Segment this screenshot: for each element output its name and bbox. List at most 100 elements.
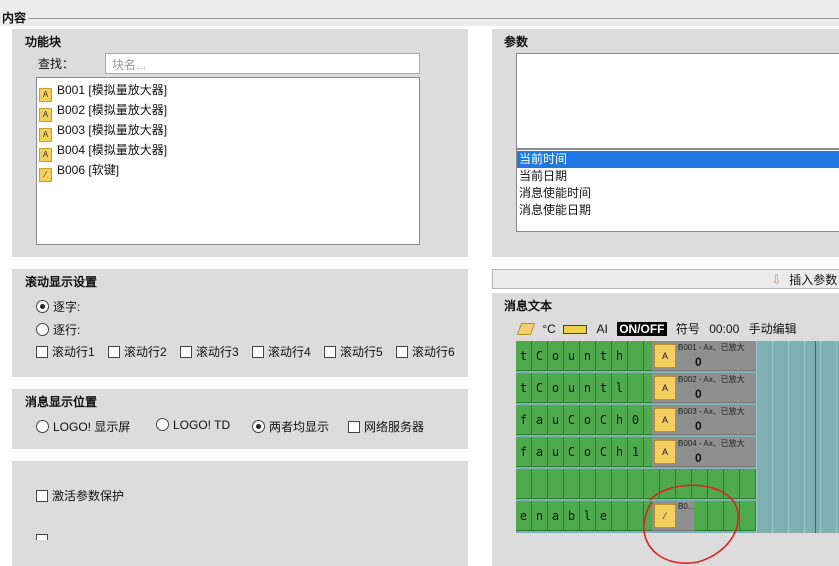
scroll-line-6-checkbox[interactable]: 滚动行6: [396, 343, 455, 360]
message-char-cell[interactable]: o: [580, 437, 596, 467]
message-char-cell[interactable]: l: [580, 501, 596, 531]
message-char-cell[interactable]: t: [596, 341, 612, 371]
analog-amplifier-icon: A: [654, 408, 676, 432]
message-char-cell[interactable]: u: [564, 341, 580, 371]
parameter-option[interactable]: 消息使能时间: [517, 185, 839, 202]
position-web-server-checkbox[interactable]: 网络服务器: [348, 418, 424, 435]
message-char-cell[interactable]: [612, 469, 628, 499]
message-char-cell[interactable]: C: [532, 341, 548, 371]
message-char-cell[interactable]: [564, 469, 580, 499]
celsius-button[interactable]: °C: [542, 322, 555, 336]
grid-column-line: [820, 341, 821, 533]
scroll-line-3-checkbox[interactable]: 滚动行3: [180, 343, 239, 360]
message-char-cell[interactable]: o: [548, 341, 564, 371]
time-button[interactable]: 00:00: [709, 322, 739, 336]
list-item[interactable]: ⁄ B006 [软键]: [39, 160, 417, 182]
message-char-cell[interactable]: n: [580, 341, 596, 371]
block-field-value: 0: [695, 451, 702, 465]
checkbox-icon[interactable]: [36, 534, 48, 540]
message-char-cell[interactable]: f: [516, 405, 532, 435]
message-char-cell[interactable]: 0: [628, 405, 644, 435]
message-char-cell[interactable]: h: [612, 437, 628, 467]
message-char-cell[interactable]: u: [564, 373, 580, 403]
message-char-cell[interactable]: f: [516, 437, 532, 467]
block-search-input[interactable]: 块名...: [105, 53, 420, 74]
function-block-field[interactable]: A B001 - Ax、已放大 0: [652, 341, 756, 371]
parameter-list[interactable]: 当前时间 当前日期 消息使能时间 消息使能日期: [516, 149, 839, 232]
activate-parameter-protection-checkbox[interactable]: 激活参数保护: [36, 487, 124, 504]
message-char-cell[interactable]: [548, 469, 564, 499]
header-title: 内容: [2, 11, 27, 25]
message-char-cell[interactable]: o: [548, 373, 564, 403]
scroll-by-line-radio[interactable]: 逐行:: [36, 321, 80, 338]
eraser-icon[interactable]: [516, 323, 536, 335]
scroll-line-2-checkbox[interactable]: 滚动行2: [108, 343, 167, 360]
scroll-line-4-checkbox[interactable]: 滚动行4: [252, 343, 311, 360]
message-char-cell[interactable]: a: [532, 437, 548, 467]
message-char-cell[interactable]: [628, 373, 644, 403]
message-char-cell[interactable]: [532, 469, 548, 499]
list-item[interactable]: A B004 [模拟量放大器]: [39, 140, 417, 162]
scroll-line-1-checkbox[interactable]: 滚动行1: [36, 343, 95, 360]
soft-key-icon: ⁄: [39, 168, 52, 182]
scroll-by-char-radio[interactable]: 逐字:: [36, 298, 80, 315]
message-char-cell[interactable]: b: [564, 501, 580, 531]
message-char-cell[interactable]: n: [580, 373, 596, 403]
message-char-cell[interactable]: [628, 341, 644, 371]
checkbox-icon: [324, 346, 336, 358]
message-char-cell[interactable]: u: [548, 405, 564, 435]
grid-column-line: [772, 341, 773, 533]
message-char-cell[interactable]: t: [516, 373, 532, 403]
message-char-cell[interactable]: C: [596, 437, 612, 467]
block-field-value: 0: [695, 387, 702, 401]
on-off-button[interactable]: ON/OFF: [617, 322, 667, 336]
message-char-cell[interactable]: C: [596, 405, 612, 435]
list-item[interactable]: A B002 [模拟量放大器]: [39, 100, 417, 122]
message-char-cell[interactable]: n: [532, 501, 548, 531]
position-logo-display-radio[interactable]: LOGO! 显示屏: [36, 418, 130, 435]
symbol-button[interactable]: 符号: [676, 322, 700, 336]
list-item[interactable]: A B001 [模拟量放大器]: [39, 80, 417, 102]
position-both-radio[interactable]: 两者均显示: [252, 418, 329, 435]
message-char-cell[interactable]: [596, 469, 612, 499]
message-char-cell[interactable]: 1: [628, 437, 644, 467]
bar-graph-icon[interactable]: [563, 325, 588, 334]
message-char-cell[interactable]: [612, 501, 628, 531]
message-char-cell[interactable]: C: [532, 373, 548, 403]
message-char-cell[interactable]: [516, 469, 532, 499]
insert-parameter-button[interactable]: ⇩ 插入参数: [771, 271, 839, 287]
message-char-cell[interactable]: l: [612, 373, 628, 403]
analog-amplifier-icon: A: [654, 376, 676, 400]
parameter-option[interactable]: 消息使能日期: [517, 202, 839, 219]
message-char-cell[interactable]: o: [580, 405, 596, 435]
message-char-cell[interactable]: t: [596, 373, 612, 403]
analog-input-button[interactable]: AI: [597, 322, 608, 336]
checkbox-icon: [36, 490, 48, 502]
parameter-option[interactable]: 当前日期: [517, 168, 839, 185]
message-char-cell[interactable]: e: [516, 501, 532, 531]
message-char-cell[interactable]: e: [596, 501, 612, 531]
message-char-cell[interactable]: t: [516, 341, 532, 371]
message-char-cell[interactable]: u: [548, 437, 564, 467]
parameter-option-selected[interactable]: 当前时间: [517, 151, 839, 168]
function-block-field[interactable]: A B004 - Ax、已放大 0: [652, 437, 756, 467]
message-char-cell[interactable]: h: [612, 405, 628, 435]
message-char-cell[interactable]: [740, 469, 756, 499]
manual-edit-button[interactable]: 手动编辑: [749, 322, 797, 336]
message-char-cell[interactable]: h: [612, 341, 628, 371]
message-char-cell[interactable]: [580, 469, 596, 499]
message-char-cell[interactable]: a: [532, 405, 548, 435]
function-block-field[interactable]: A B003 - Ax、已放大 0: [652, 405, 756, 435]
radio-off-icon: [36, 420, 49, 433]
list-item[interactable]: A B003 [模拟量放大器]: [39, 120, 417, 142]
message-char-cell[interactable]: a: [548, 501, 564, 531]
grid-column-line: [788, 341, 789, 533]
scroll-line-5-checkbox[interactable]: 滚动行5: [324, 343, 383, 360]
function-block-list[interactable]: A B001 [模拟量放大器] A B002 [模拟量放大器] A B003 [模拟量…: [36, 77, 420, 245]
message-char-cell[interactable]: C: [564, 437, 580, 467]
position-logo-td-radio[interactable]: LOGO! TD: [156, 418, 230, 432]
function-block-field[interactable]: A B002 - Ax、已放大 0: [652, 373, 756, 403]
message-char-cell[interactable]: C: [564, 405, 580, 435]
display-position-title: 消息显示位置: [25, 395, 98, 409]
message-char-cell[interactable]: [740, 501, 756, 531]
